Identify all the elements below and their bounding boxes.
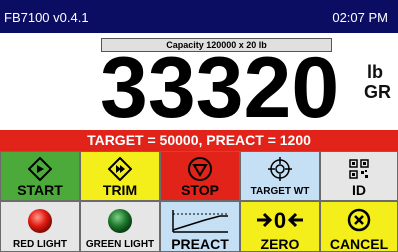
cancel-label: CANCEL <box>329 236 389 252</box>
weight-mode: GR <box>364 82 391 102</box>
id-button[interactable]: ID <box>320 151 398 201</box>
trim-button[interactable]: TRIM <box>80 151 160 201</box>
stop-button[interactable]: STOP <box>160 151 240 201</box>
id-label: ID <box>352 182 366 198</box>
target-wt-label: TARGET WT <box>250 186 310 197</box>
clock-time: 02:07 PM <box>332 10 388 25</box>
target-banner: TARGET = 50000, PREACT = 1200 <box>0 130 398 151</box>
cancel-icon <box>347 208 371 232</box>
app-version: FB7100 v0.4.1 <box>4 10 89 25</box>
red-light-label: RED LIGHT <box>13 239 67 250</box>
qr-code-icon <box>349 159 369 179</box>
start-label: START <box>17 182 63 198</box>
red-light-button[interactable]: RED LIGHT <box>0 201 80 252</box>
red-light-icon <box>28 209 52 233</box>
weight-unit: lb <box>367 62 383 82</box>
green-light-icon <box>108 209 132 233</box>
target-wt-button[interactable]: TARGET WT <box>240 151 320 201</box>
zero-button[interactable]: 0 ZERO <box>240 201 320 252</box>
weight-display: 33320 <box>100 40 340 136</box>
stop-label: STOP <box>181 182 219 198</box>
zero-label: ZERO <box>260 236 300 252</box>
stop-icon <box>188 157 212 181</box>
cancel-button[interactable]: CANCEL <box>320 201 398 252</box>
start-icon <box>28 157 52 181</box>
trim-label: TRIM <box>102 182 138 198</box>
green-light-button[interactable]: GREEN LIGHT <box>80 201 160 252</box>
preact-graph-icon <box>172 210 228 233</box>
start-button[interactable]: START <box>0 151 80 201</box>
preact-button[interactable]: PREACT <box>160 201 240 252</box>
crosshair-icon <box>268 157 292 181</box>
trim-icon <box>108 157 132 181</box>
svg-text:0: 0 <box>274 208 286 233</box>
preact-label: PREACT <box>171 236 229 252</box>
status-bar: FB7100 v0.4.1 02:07 PM <box>0 0 398 33</box>
zero-arrows-icon: 0 <box>257 208 303 233</box>
green-light-label: GREEN LIGHT <box>85 239 155 250</box>
